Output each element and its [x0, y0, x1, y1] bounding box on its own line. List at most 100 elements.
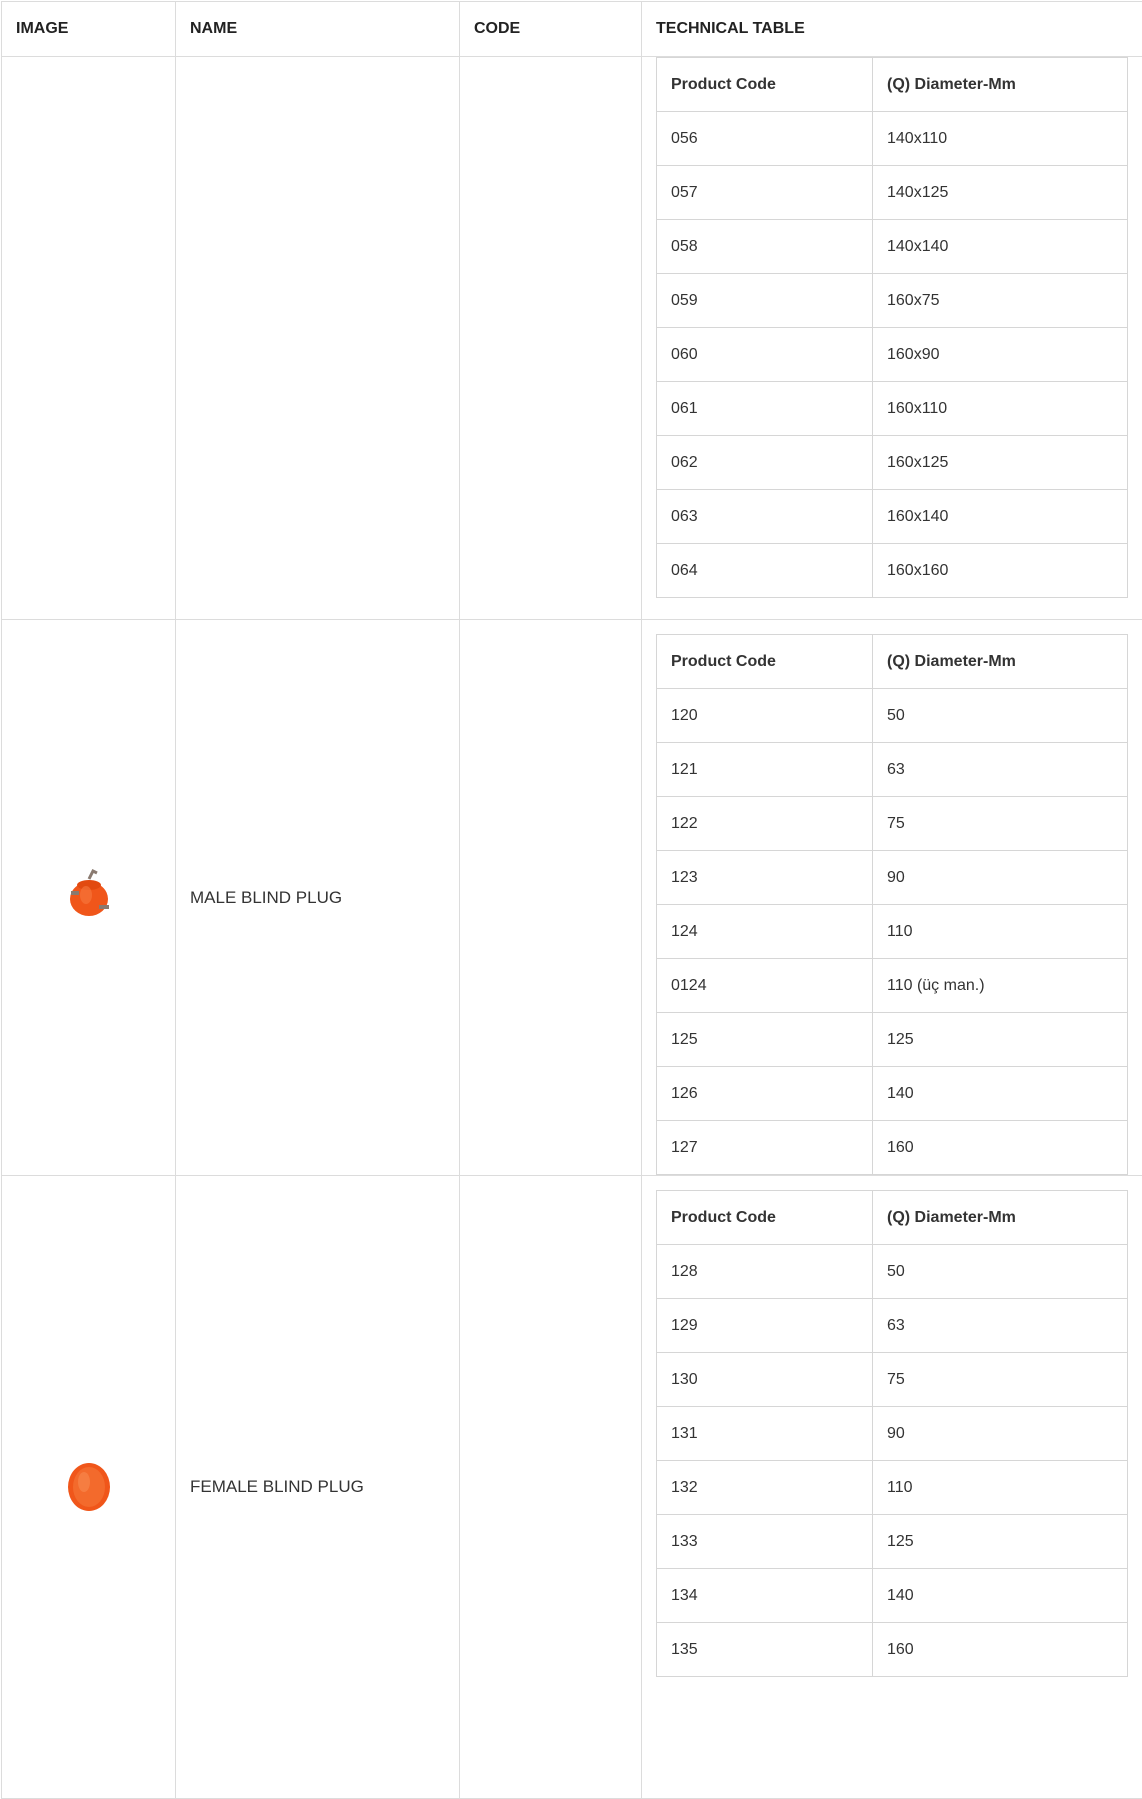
technical-row: 127160 [657, 1121, 1128, 1175]
product-code [460, 620, 642, 1176]
header-technical-table: TECHNICAL TABLE [642, 2, 1142, 57]
product-code-header: Product Code [657, 58, 873, 112]
technical-row: 12963 [657, 1299, 1128, 1353]
products-table: IMAGE NAME CODE TECHNICAL TABLE Product … [1, 1, 1142, 1799]
row-diameter: 160 [873, 1121, 1128, 1175]
row-product-code: 064 [657, 544, 873, 598]
product-row: MALE BLIND PLUG Product Code(Q) Diameter-… [2, 620, 1142, 1176]
product-image-cell [2, 1176, 176, 1799]
technical-row: 061160x110 [657, 382, 1128, 436]
row-product-code: 121 [657, 743, 873, 797]
product-name: FEMALE BLIND PLUG [176, 1176, 460, 1799]
product-image-cell [2, 57, 176, 620]
row-diameter: 75 [873, 797, 1128, 851]
technical-row: 13190 [657, 1407, 1128, 1461]
product-name: MALE BLIND PLUG [176, 620, 460, 1176]
technical-row: 056140x110 [657, 112, 1128, 166]
technical-table-cell: Product Code(Q) Diameter-Mm056140x110057… [642, 57, 1142, 620]
product-code [460, 1176, 642, 1799]
product-name [176, 57, 460, 620]
row-diameter: 75 [873, 1353, 1128, 1407]
row-diameter: 140x125 [873, 166, 1128, 220]
row-diameter: 110 (üç man.) [873, 959, 1128, 1013]
product-code [460, 57, 642, 620]
technical-table: Product Code(Q) Diameter-Mm1205012163122… [656, 634, 1128, 1175]
row-diameter: 63 [873, 743, 1128, 797]
row-product-code: 126 [657, 1067, 873, 1121]
row-diameter: 110 [873, 1461, 1128, 1515]
row-diameter: 160x140 [873, 490, 1128, 544]
row-product-code: 127 [657, 1121, 873, 1175]
diameter-header: (Q) Diameter-Mm [873, 58, 1128, 112]
row-product-code: 058 [657, 220, 873, 274]
header-row: IMAGE NAME CODE TECHNICAL TABLE [2, 2, 1142, 57]
technical-row: 12050 [657, 689, 1128, 743]
technical-table-cell: Product Code(Q) Diameter-Mm1285012963130… [642, 1176, 1142, 1799]
diameter-header: (Q) Diameter-Mm [873, 635, 1128, 689]
technical-row: 062160x125 [657, 436, 1128, 490]
row-diameter: 63 [873, 1299, 1128, 1353]
row-product-code: 0124 [657, 959, 873, 1013]
row-product-code: 120 [657, 689, 873, 743]
row-product-code: 129 [657, 1299, 873, 1353]
row-diameter: 125 [873, 1515, 1128, 1569]
row-product-code: 132 [657, 1461, 873, 1515]
row-diameter: 50 [873, 689, 1128, 743]
technical-row: 13075 [657, 1353, 1128, 1407]
technical-row: 133125 [657, 1515, 1128, 1569]
row-product-code: 128 [657, 1245, 873, 1299]
row-diameter: 140 [873, 1569, 1128, 1623]
technical-header-row: Product Code(Q) Diameter-Mm [657, 58, 1128, 112]
technical-row: 12850 [657, 1245, 1128, 1299]
row-diameter: 125 [873, 1013, 1128, 1067]
technical-row: 057140x125 [657, 166, 1128, 220]
female-blind-plug-icon [59, 1455, 119, 1520]
row-product-code: 123 [657, 851, 873, 905]
row-diameter: 140 [873, 1067, 1128, 1121]
technical-row: 125125 [657, 1013, 1128, 1067]
row-product-code: 063 [657, 490, 873, 544]
row-product-code: 061 [657, 382, 873, 436]
technical-row: 135160 [657, 1623, 1128, 1677]
row-diameter: 160 [873, 1623, 1128, 1677]
technical-row: 059160x75 [657, 274, 1128, 328]
row-diameter: 160x125 [873, 436, 1128, 490]
header-name: NAME [176, 2, 460, 57]
technical-row: 058140x140 [657, 220, 1128, 274]
product-page: IMAGE NAME CODE TECHNICAL TABLE Product … [0, 1, 1142, 1722]
row-diameter: 140x110 [873, 112, 1128, 166]
row-product-code: 056 [657, 112, 873, 166]
header-image: IMAGE [2, 2, 176, 57]
technical-row: 060160x90 [657, 328, 1128, 382]
row-diameter: 90 [873, 851, 1128, 905]
product-code-header: Product Code [657, 635, 873, 689]
row-product-code: 135 [657, 1623, 873, 1677]
technical-table: Product Code(Q) Diameter-Mm056140x110057… [656, 57, 1128, 598]
row-diameter: 160x90 [873, 328, 1128, 382]
row-product-code: 133 [657, 1515, 873, 1569]
technical-row: 12275 [657, 797, 1128, 851]
technical-row: 064160x160 [657, 544, 1128, 598]
technical-row: 063160x140 [657, 490, 1128, 544]
row-product-code: 125 [657, 1013, 873, 1067]
product-row: Product Code(Q) Diameter-Mm056140x110057… [2, 57, 1142, 620]
row-product-code: 130 [657, 1353, 873, 1407]
diameter-header: (Q) Diameter-Mm [873, 1191, 1128, 1245]
technical-row: 12390 [657, 851, 1128, 905]
product-code-header: Product Code [657, 1191, 873, 1245]
technical-table: Product Code(Q) Diameter-Mm1285012963130… [656, 1190, 1128, 1677]
technical-header-row: Product Code(Q) Diameter-Mm [657, 1191, 1128, 1245]
technical-header-row: Product Code(Q) Diameter-Mm [657, 635, 1128, 689]
technical-row: 12163 [657, 743, 1128, 797]
row-diameter: 140x140 [873, 220, 1128, 274]
row-product-code: 060 [657, 328, 873, 382]
row-product-code: 134 [657, 1569, 873, 1623]
technical-row: 132110 [657, 1461, 1128, 1515]
technical-row: 0124110 (üç man.) [657, 959, 1128, 1013]
row-diameter: 110 [873, 905, 1128, 959]
male-blind-plug-icon [59, 865, 119, 930]
row-product-code: 059 [657, 274, 873, 328]
product-row: FEMALE BLIND PLUG Product Code(Q) Diamete… [2, 1176, 1142, 1799]
technical-row: 124110 [657, 905, 1128, 959]
row-product-code: 131 [657, 1407, 873, 1461]
